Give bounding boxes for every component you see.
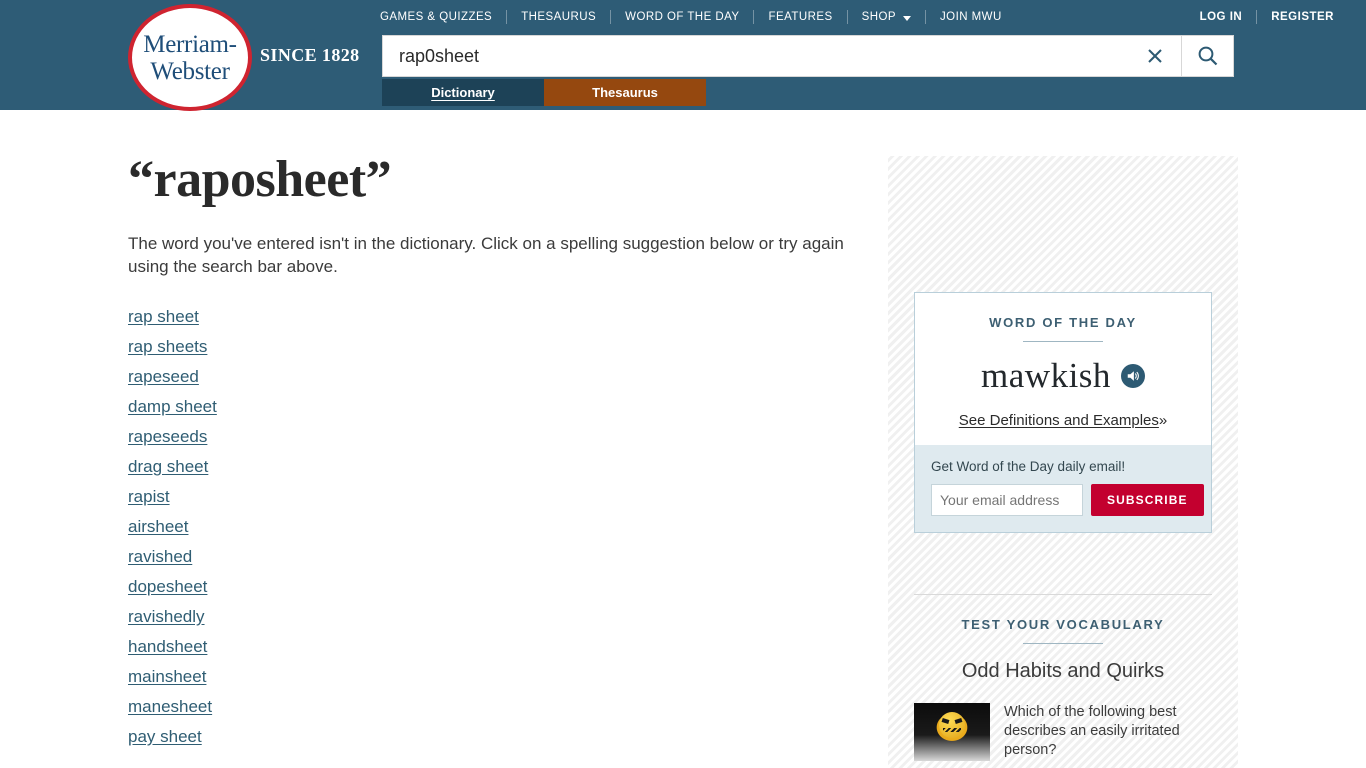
newsletter-prompt: Get Word of the Day daily email! xyxy=(931,459,1126,474)
suggestion-link[interactable]: damp sheet xyxy=(128,397,217,416)
nav-label: SHOP xyxy=(861,11,896,23)
site-header: Merriam- Webster SINCE 1828 GAMES & QUIZ… xyxy=(0,0,1366,111)
nav-label: THESAURUS xyxy=(521,11,597,23)
nav-item-shop[interactable]: SHOP xyxy=(848,11,925,23)
see-definitions-link[interactable]: See Definitions and Examples xyxy=(959,412,1159,429)
suggestion-link[interactable]: drag sheet xyxy=(128,457,208,476)
word-of-the-day-word[interactable]: mawkish xyxy=(981,356,1111,396)
word-of-the-day-card: WORD OF THE DAY mawkish See Definitions … xyxy=(914,292,1212,533)
test-your-vocabulary-card: TEST YOUR VOCABULARY Odd Habits and Quir… xyxy=(914,594,1212,768)
suggestion-link[interactable]: pay sheet xyxy=(128,727,202,746)
list-item: rapist xyxy=(128,487,868,507)
nav-item-word-of-the-day[interactable]: WORD OF THE DAY xyxy=(611,11,753,23)
list-item: rapeseeds xyxy=(128,427,868,447)
register-link[interactable]: REGISTER xyxy=(1257,11,1348,23)
merriam-webster-logo[interactable]: Merriam- Webster xyxy=(128,4,254,111)
word-of-the-day-kicker: WORD OF THE DAY xyxy=(989,315,1137,330)
tab-thesaurus[interactable]: Thesaurus xyxy=(544,79,706,106)
suggestion-link[interactable]: manesheet xyxy=(128,697,212,716)
suggestion-link[interactable]: ravishedly xyxy=(128,607,205,626)
subscribe-button[interactable]: SUBSCRIBE xyxy=(1091,484,1204,516)
primary-nav: GAMES & QUIZZES THESAURUS WORD OF THE DA… xyxy=(380,8,1016,26)
logo-line-2: Webster xyxy=(150,57,230,85)
list-item: handsheet xyxy=(128,637,868,657)
search-submit-button[interactable] xyxy=(1181,36,1233,76)
list-item: damp sheet xyxy=(128,397,868,417)
list-item: drag sheet xyxy=(128,457,868,477)
no-result-message: The word you've entered isn't in the dic… xyxy=(128,234,844,277)
suggestion-link[interactable]: rapist xyxy=(128,487,170,506)
divider xyxy=(1023,341,1103,342)
suggestion-link[interactable]: rap sheet xyxy=(128,307,199,326)
list-item: airsheet xyxy=(128,517,868,537)
angry-face-ball-image xyxy=(914,703,990,761)
search-scope-tabs: Dictionary Thesaurus xyxy=(382,79,706,106)
suggestion-link[interactable]: ravished xyxy=(128,547,192,566)
play-pronunciation-button[interactable] xyxy=(1120,364,1145,388)
search-icon xyxy=(1198,46,1217,66)
suggestion-link[interactable]: rapeseed xyxy=(128,367,199,386)
logo-line-1: Merriam- xyxy=(143,30,237,58)
suggestion-link[interactable]: dopesheet xyxy=(128,577,207,596)
account-nav: LOG IN REGISTER xyxy=(1186,8,1348,26)
quiz-question: Which of the following best describes an… xyxy=(1004,704,1180,758)
quiz-subtitle: Odd Habits and Quirks xyxy=(961,660,1165,682)
search-bar xyxy=(382,35,1234,77)
suggestion-link[interactable]: rap sheets xyxy=(128,337,207,356)
nav-label: JOIN MWU xyxy=(939,11,1002,23)
clear-search-button[interactable] xyxy=(1129,36,1181,76)
list-item: ravishedly xyxy=(128,607,868,627)
list-item: dopesheet xyxy=(128,577,868,597)
suggestion-link[interactable]: rapeseeds xyxy=(128,427,207,446)
nav-label: FEATURES xyxy=(768,11,833,23)
list-item: manesheet xyxy=(128,697,868,717)
suggestion-link[interactable]: handsheet xyxy=(128,637,207,656)
link-suffix: » xyxy=(1158,412,1168,429)
main-content: “raposheet” The word you've entered isn'… xyxy=(128,154,868,757)
divider xyxy=(1023,643,1103,644)
since-tagline: SINCE 1828 xyxy=(260,45,360,65)
close-icon xyxy=(1148,49,1162,63)
log-in-link[interactable]: LOG IN xyxy=(1186,11,1257,23)
page-body: “raposheet” The word you've entered isn'… xyxy=(0,110,1366,768)
search-input[interactable] xyxy=(383,36,1129,76)
list-item: pay sheet xyxy=(128,727,868,747)
word-of-the-day-link-row: See Definitions and Examples» xyxy=(929,412,1197,429)
page-title: “raposheet” xyxy=(128,151,392,208)
suggestion-link[interactable]: airsheet xyxy=(128,517,188,536)
suggestion-link[interactable]: mainsheet xyxy=(128,667,206,686)
nav-item-games-quizzes[interactable]: GAMES & QUIZZES xyxy=(380,11,506,23)
list-item: mainsheet xyxy=(128,667,868,687)
nav-item-thesaurus[interactable]: THESAURUS xyxy=(507,11,610,23)
test-your-vocabulary-kicker: TEST YOUR VOCABULARY xyxy=(961,617,1165,632)
chevron-down-icon xyxy=(902,15,911,21)
nav-item-join-mwu[interactable]: JOIN MWU xyxy=(926,11,1016,23)
nav-item-features[interactable]: FEATURES xyxy=(754,11,846,23)
list-item: rap sheets xyxy=(128,337,868,357)
spelling-suggestion-list: rap sheet rap sheets rapeseed damp sheet… xyxy=(128,307,868,747)
newsletter-signup: Get Word of the Day daily email! SUBSCRI… xyxy=(915,445,1211,532)
sidebar: WORD OF THE DAY mawkish See Definitions … xyxy=(888,156,1238,768)
nav-label: WORD OF THE DAY xyxy=(625,11,740,23)
speaker-icon xyxy=(1127,371,1139,381)
list-item: ravished xyxy=(128,547,868,567)
list-item: rap sheet xyxy=(128,307,868,327)
email-field[interactable] xyxy=(931,484,1083,516)
nav-label: GAMES & QUIZZES xyxy=(380,11,493,23)
list-item: rapeseed xyxy=(128,367,868,387)
tab-dictionary[interactable]: Dictionary xyxy=(382,79,544,106)
